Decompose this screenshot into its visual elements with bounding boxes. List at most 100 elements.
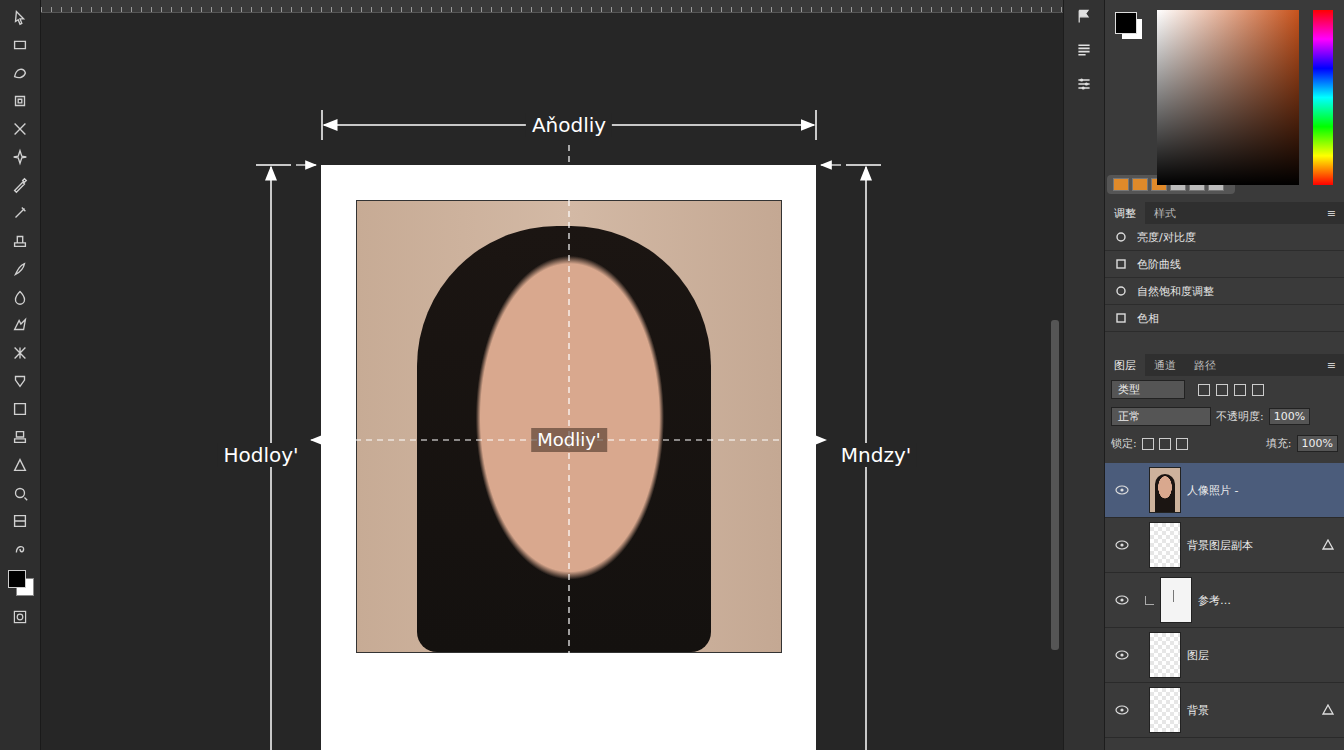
- layer-row[interactable]: 人像照片 -: [1105, 463, 1344, 518]
- tool-bar: [0, 0, 41, 750]
- document[interactable]: [321, 165, 816, 750]
- layer-row[interactable]: 背景: [1105, 683, 1344, 738]
- hue-slider[interactable]: [1313, 10, 1333, 185]
- tool-icon: [11, 400, 29, 418]
- panel-menu-icon[interactable]: ≡: [1319, 354, 1344, 376]
- tool-button[interactable]: [6, 312, 34, 338]
- tool-button[interactable]: [6, 284, 34, 310]
- tool-button[interactable]: [6, 340, 34, 366]
- panel-tab[interactable]: 路径: [1185, 354, 1225, 376]
- adjustment-item[interactable]: 色相: [1105, 305, 1344, 332]
- color-field[interactable]: [1157, 10, 1299, 185]
- clip-indicator: [1135, 651, 1143, 659]
- effects-icon[interactable]: [1322, 704, 1334, 716]
- thumbnail-subject: [1155, 474, 1175, 512]
- tool-button[interactable]: [6, 172, 34, 198]
- layer-row[interactable]: 背景图层副本: [1105, 518, 1344, 573]
- width-label: Aňodliy: [526, 113, 612, 137]
- tool-button[interactable]: [6, 88, 34, 114]
- adjustment-icon: [1115, 258, 1127, 270]
- eye-icon[interactable]: [1115, 540, 1129, 550]
- tool-button[interactable]: [6, 200, 34, 226]
- layer-thumbnail: [1149, 522, 1181, 568]
- tool-icon: [11, 260, 29, 278]
- eye-icon[interactable]: [1115, 650, 1129, 660]
- adjustment-item[interactable]: 自然饱和度调整: [1105, 278, 1344, 305]
- tool-button[interactable]: [6, 424, 34, 450]
- panel-tab[interactable]: 通道: [1145, 354, 1185, 376]
- tool-icon: [11, 176, 29, 194]
- tool-icon: [11, 344, 29, 362]
- tool-button[interactable]: [6, 368, 34, 394]
- brush-settings-button[interactable]: [1070, 72, 1098, 96]
- canvas-area: AňodliyHodloy'Mndzy'Modliy': [41, 0, 1063, 750]
- foreground-swatch[interactable]: [8, 570, 26, 588]
- lock-all-icon[interactable]: [1176, 438, 1188, 450]
- eye-icon[interactable]: [1115, 595, 1129, 605]
- tool-icon: [11, 8, 29, 26]
- tool-icon: [11, 288, 29, 306]
- adjustments-list: 亮度/对比度色阶曲线自然饱和度调整色相: [1105, 224, 1344, 332]
- eye-icon[interactable]: [1115, 485, 1129, 495]
- tool-button[interactable]: [6, 396, 34, 422]
- tool-button[interactable]: [6, 452, 34, 478]
- lock-label: 锁定:: [1111, 436, 1137, 451]
- panel-tab[interactable]: 样式: [1145, 202, 1185, 224]
- vertical-scrollbar[interactable]: [1051, 320, 1059, 650]
- tool-button[interactable]: [6, 60, 34, 86]
- adjustment-item[interactable]: 色阶曲线: [1105, 251, 1344, 278]
- right-panel: 调整样式≡亮度/对比度色阶曲线自然饱和度调整色相图层通道路径≡类型正常不透明度:…: [1104, 0, 1344, 750]
- panel-tab[interactable]: 调整: [1105, 202, 1145, 224]
- layer-name: 背景: [1187, 703, 1209, 718]
- tool-button[interactable]: [6, 536, 34, 562]
- tool-icon: [11, 512, 29, 530]
- layers-tabs: 图层通道路径 ≡: [1105, 354, 1344, 376]
- history-button[interactable]: [1070, 4, 1098, 28]
- blend-mode-select[interactable]: 正常: [1111, 407, 1211, 426]
- opacity-field[interactable]: 100%: [1269, 408, 1310, 425]
- adjustment-icon: [1115, 312, 1127, 324]
- layer-thumbnail: [1149, 467, 1181, 513]
- layer-row[interactable]: 图层: [1105, 628, 1344, 683]
- effects-icon[interactable]: [1322, 539, 1334, 551]
- swatch-chip[interactable]: [1113, 178, 1129, 191]
- tool-button[interactable]: [6, 144, 34, 170]
- layer-thumbnail: [1160, 577, 1192, 623]
- color-swatches[interactable]: [6, 568, 34, 598]
- quick-mask-button[interactable]: [6, 604, 34, 630]
- tool-icon: [11, 540, 29, 558]
- fill-field[interactable]: 100%: [1297, 435, 1338, 452]
- opacity-label: 不透明度:: [1216, 409, 1264, 424]
- tool-button[interactable]: [6, 116, 34, 142]
- filter-shape-icon[interactable]: [1252, 384, 1264, 396]
- layer-thumbnail: [1149, 632, 1181, 678]
- tool-button[interactable]: [6, 480, 34, 506]
- properties-button[interactable]: [1070, 38, 1098, 62]
- filter-adjust-icon[interactable]: [1216, 384, 1228, 396]
- panel-menu-icon[interactable]: ≡: [1319, 202, 1344, 224]
- adjustment-item[interactable]: 亮度/对比度: [1105, 224, 1344, 251]
- kind-filter-select[interactable]: 类型: [1111, 380, 1185, 399]
- tool-button[interactable]: [6, 4, 34, 30]
- filter-type-icon[interactable]: [1234, 384, 1246, 396]
- filter-pixel-icon[interactable]: [1198, 384, 1210, 396]
- lock-pixels-icon[interactable]: [1142, 438, 1154, 450]
- tool-button[interactable]: [6, 256, 34, 282]
- foreground-swatch[interactable]: [1115, 12, 1137, 34]
- tool-icon: [11, 92, 29, 110]
- adjustments-tabs: 调整样式 ≡: [1105, 202, 1344, 224]
- eye-icon[interactable]: [1115, 705, 1129, 715]
- layer-filter-row: 类型: [1105, 376, 1344, 403]
- layer-name: 图层: [1187, 648, 1209, 663]
- tool-button[interactable]: [6, 508, 34, 534]
- layer-list: 人像照片 -背景图层副本参考… 图层背景: [1105, 463, 1344, 738]
- tool-button[interactable]: [6, 32, 34, 58]
- tool-button[interactable]: [6, 228, 34, 254]
- lock-position-icon[interactable]: [1159, 438, 1171, 450]
- swatch-chip[interactable]: [1132, 178, 1148, 191]
- color-swatches[interactable]: [1113, 10, 1143, 40]
- layer-row[interactable]: 参考…: [1105, 573, 1344, 628]
- panel-tab[interactable]: 图层: [1105, 354, 1145, 376]
- clip-indicator: [1135, 706, 1143, 714]
- right-height-label: Mndzy': [835, 443, 917, 467]
